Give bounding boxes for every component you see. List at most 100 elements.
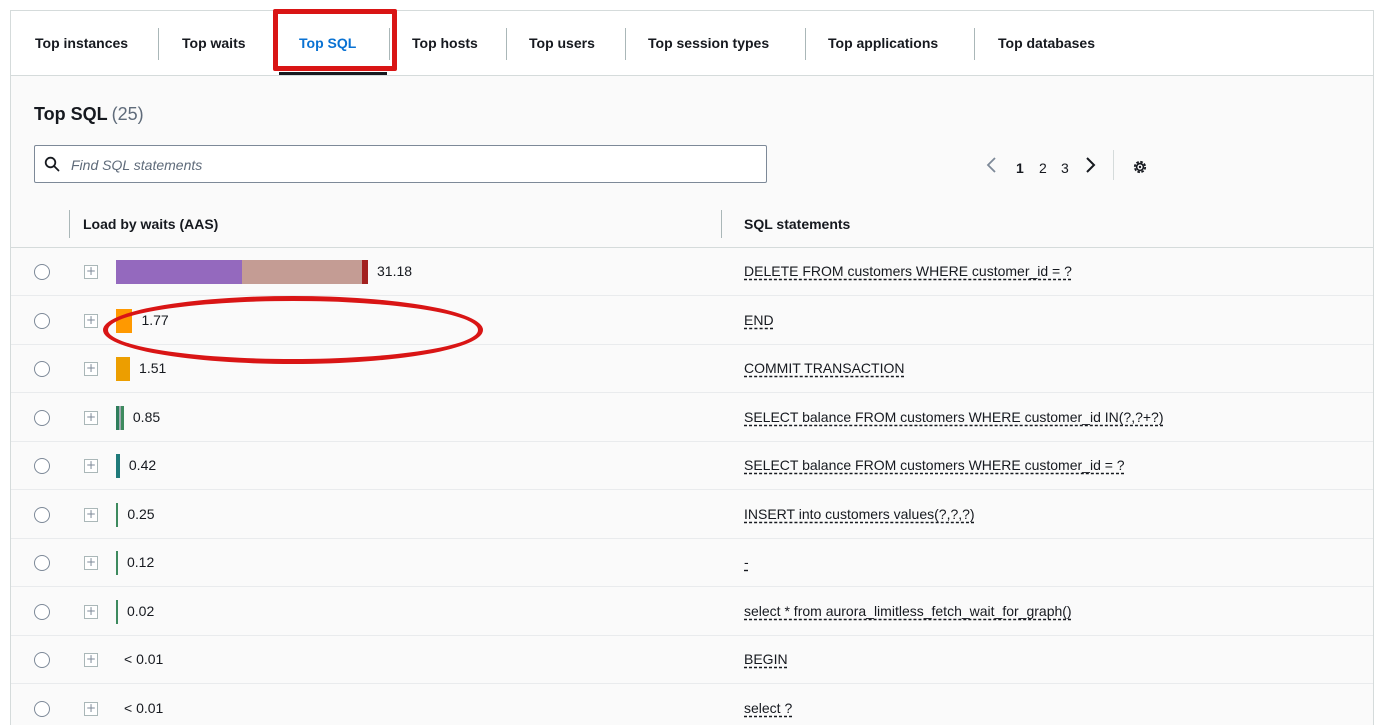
- load-bar: [116, 260, 369, 284]
- page-3-button[interactable]: 3: [1061, 160, 1069, 176]
- expand-icon[interactable]: +: [84, 653, 98, 667]
- column-header-sql[interactable]: SQL statements: [744, 216, 850, 232]
- tab-divider: [158, 28, 159, 60]
- load-value: < 0.01: [124, 651, 164, 667]
- panel-title: Top SQL (25): [34, 104, 144, 125]
- expand-icon[interactable]: +: [84, 410, 98, 425]
- expand-icon[interactable]: +: [84, 604, 98, 619]
- column-divider[interactable]: [721, 210, 722, 238]
- row-select-radio[interactable]: [34, 361, 50, 377]
- load-value: 1.77: [141, 311, 169, 328]
- load-value: 0.02: [127, 602, 155, 619]
- sql-statement-link[interactable]: DELETE FROM customers WHERE customer_id …: [744, 263, 1072, 279]
- sql-statement-link[interactable]: select ?: [744, 700, 792, 716]
- load-bar-segment: [362, 260, 369, 284]
- gear-icon[interactable]: [1131, 158, 1149, 176]
- row-select-radio[interactable]: [34, 312, 50, 329]
- table-row[interactable]: +0.12 -: [11, 539, 1373, 587]
- tab-top-users[interactable]: Top users: [529, 35, 595, 59]
- sql-statement-link[interactable]: select * from aurora_limitless_fetch_wai…: [744, 603, 1072, 619]
- search-input[interactable]: [71, 154, 751, 176]
- row-select-radio[interactable]: [34, 555, 50, 571]
- load-bar: [116, 599, 118, 624]
- tab-top-applications[interactable]: Top applications: [828, 35, 938, 59]
- sql-statement-link[interactable]: SELECT balance FROM customers WHERE cust…: [744, 457, 1125, 473]
- search-field[interactable]: [34, 145, 767, 183]
- table-row[interactable]: +31.18 DELETE FROM customers WHERE custom…: [11, 248, 1373, 296]
- load-value: 31.18: [377, 263, 413, 279]
- load-value: 0.12: [127, 554, 155, 570]
- row-select-radio[interactable]: [34, 506, 50, 523]
- tab-top-hosts[interactable]: Top hosts: [412, 35, 478, 59]
- load-bar-segment: [116, 260, 242, 284]
- chevron-left-icon[interactable]: [983, 153, 1001, 177]
- tab-divider: [389, 28, 390, 60]
- row-select-radio[interactable]: [34, 603, 50, 620]
- expand-icon[interactable]: +: [84, 362, 98, 376]
- tab-top-session-types[interactable]: Top session types: [648, 35, 769, 59]
- tab-divider: [805, 28, 806, 60]
- sql-statement-link[interactable]: END: [744, 312, 774, 328]
- expand-icon[interactable]: +: [84, 556, 98, 570]
- row-select-radio[interactable]: [34, 264, 50, 280]
- load-bar-segment: [116, 599, 118, 624]
- table-row[interactable]: +1.77 END: [11, 297, 1373, 345]
- load-value: 1.51: [139, 360, 167, 376]
- tab-top-instances[interactable]: Top instances: [35, 35, 128, 59]
- expand-icon[interactable]: +: [84, 507, 98, 522]
- tab-divider: [625, 28, 626, 60]
- active-tab-indicator: [279, 72, 387, 75]
- row-select-radio[interactable]: [34, 652, 50, 668]
- load-bar-segment: [241, 260, 363, 284]
- panel-count: (25): [111, 104, 144, 124]
- load-value: 0.42: [128, 457, 157, 473]
- row-select-radio[interactable]: [34, 409, 50, 426]
- table-row[interactable]: +1.51 COMMIT TRANSACTION: [11, 345, 1373, 393]
- load-bar-segment: [116, 502, 119, 527]
- column-divider: [69, 210, 70, 238]
- load-bar-segment: [116, 308, 133, 333]
- load-bar: [116, 502, 119, 527]
- tab-top-waits[interactable]: Top waits: [182, 35, 246, 59]
- table-row[interactable]: +0.85 SELECT balance FROM customers WHERE…: [11, 394, 1373, 442]
- expand-icon[interactable]: +: [84, 459, 98, 473]
- search-icon: [44, 156, 60, 172]
- chevron-right-icon[interactable]: [1081, 153, 1099, 177]
- pager-divider: [1113, 150, 1114, 180]
- sql-statement-link[interactable]: INSERT into customers values(?,?,?): [744, 506, 975, 522]
- tab-divider: [276, 28, 277, 60]
- expand-icon[interactable]: +: [84, 701, 98, 716]
- sql-statement-link[interactable]: -: [744, 554, 749, 570]
- row-select-radio[interactable]: [34, 700, 50, 717]
- load-bar: [116, 454, 120, 478]
- tab-divider: [974, 28, 975, 60]
- page-2-button[interactable]: 2: [1039, 160, 1047, 176]
- tab-top-sql[interactable]: Top SQL: [299, 35, 356, 59]
- load-bar-segment: [116, 454, 120, 478]
- table-row[interactable]: + < 0.01 BEGIN: [11, 636, 1373, 684]
- load-bar: [116, 551, 118, 575]
- top-sql-panel: Top SQL(25) 1 2 3 Load by waits (AAS): [11, 76, 1373, 725]
- load-value: < 0.01: [124, 699, 164, 716]
- column-header-load[interactable]: Load by waits (AAS): [83, 216, 218, 232]
- table-row[interactable]: +0.25 INSERT into customers values(?,?,?): [11, 491, 1373, 539]
- panel-title-text: Top SQL: [34, 104, 108, 124]
- row-select-radio[interactable]: [34, 458, 50, 474]
- page-1-button[interactable]: 1: [1016, 160, 1024, 176]
- sql-statement-link[interactable]: BEGIN: [744, 651, 788, 667]
- tab-top-databases[interactable]: Top databases: [998, 35, 1095, 59]
- sql-statement-link[interactable]: COMMIT TRANSACTION: [744, 360, 905, 376]
- load-bar: [116, 308, 133, 333]
- expand-icon[interactable]: +: [84, 313, 98, 328]
- tab-divider: [506, 28, 507, 60]
- top-dimensions-container: Top instances Top waits Top SQL Top host…: [10, 9, 1374, 725]
- expand-icon[interactable]: +: [84, 265, 98, 279]
- table-row[interactable]: + < 0.01 select ?: [11, 685, 1373, 725]
- table-row[interactable]: +0.42 SELECT balance FROM customers WHERE…: [11, 442, 1373, 490]
- load-value: 0.25: [127, 505, 155, 522]
- load-bar-segment: [116, 357, 131, 381]
- load-value: 0.85: [132, 408, 161, 425]
- table-row[interactable]: +0.02 select * from aurora_limitless_fetc…: [11, 588, 1373, 636]
- load-bar-segment: [121, 405, 124, 430]
- sql-statement-link[interactable]: SELECT balance FROM customers WHERE cust…: [744, 409, 1164, 425]
